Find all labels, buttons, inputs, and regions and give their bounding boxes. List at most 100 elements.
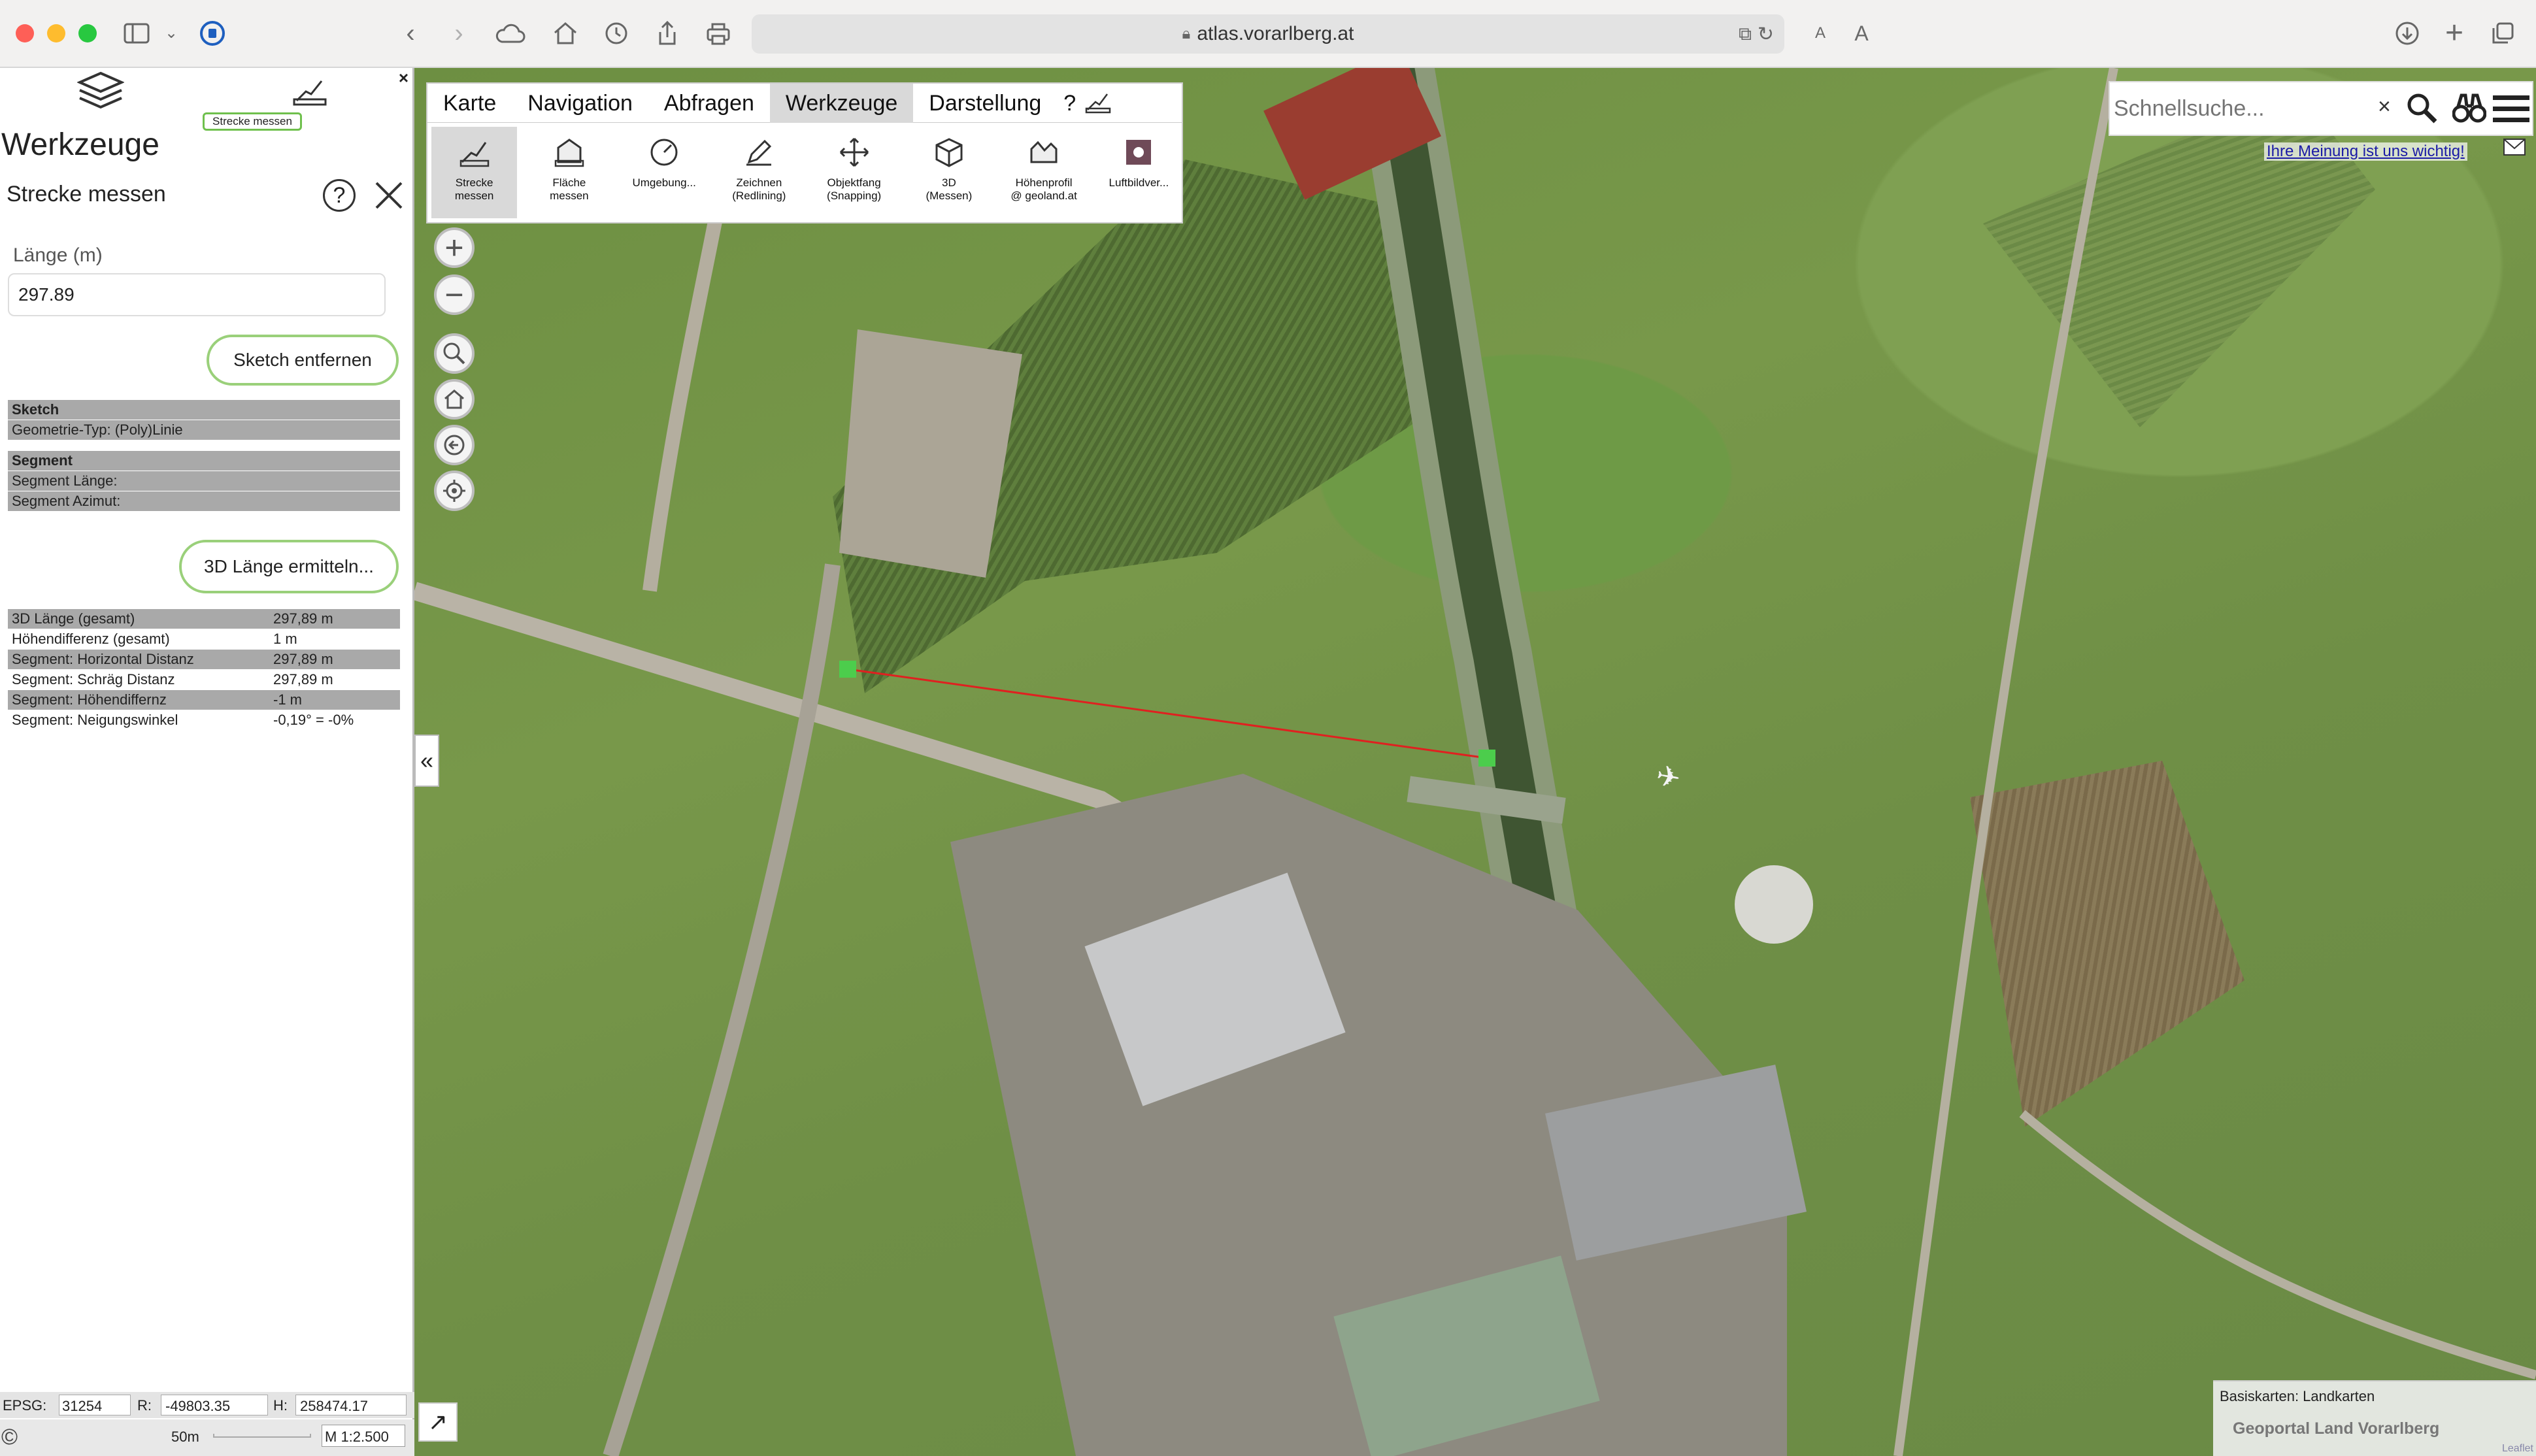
tool-elevation-profile[interactable]: Höhenprofil @ geoland.at — [1001, 127, 1087, 218]
sketch-table: Sketch Geometrie-Typ: (Poly)Linie — [8, 400, 400, 440]
coordinate-bar: EPSG: 31254 R: -49803.35 H: 258474.17 — [0, 1392, 414, 1418]
result-key: Höhendifferenz (gesamt) — [8, 629, 269, 650]
print-icon[interactable] — [702, 14, 735, 52]
scale-bar-area: © 50m M 1:2.500 — [0, 1419, 414, 1456]
new-tab-button[interactable]: + — [2438, 14, 2471, 52]
tool-distance[interactable]: Strecke messen — [431, 127, 518, 218]
profile-chart-icon — [1027, 136, 1060, 176]
translate-icon[interactable]: ⧉ — [1739, 24, 1752, 45]
basemap-name: Geoportal Land Vorarlberg — [2233, 1419, 2440, 1438]
zoom-window-button[interactable] — [78, 24, 97, 42]
tool-label: Höhenprofil — [1015, 176, 1073, 189]
search-input[interactable] — [2114, 89, 2375, 128]
h-label: H: — [273, 1397, 288, 1414]
tab-help[interactable]: ? — [1057, 84, 1082, 123]
map-view[interactable]: ✈ Karte Navigation Abfragen Werkzeuge Da… — [414, 68, 2536, 1456]
text-size-small-button[interactable]: A — [1810, 14, 1830, 52]
result-value: -0,19° = -0% — [269, 710, 400, 731]
browser-toolbar: ⌄ ‹ › 🔒︎ atlas.vorarlberg.at ⧉ ↻ A A + — [0, 0, 2536, 68]
close-icon[interactable] — [373, 179, 405, 215]
tool-snapping[interactable]: Objektfang (Snapping) — [811, 127, 897, 218]
map-toolbar: Karte Navigation Abfragen Werkzeuge Dars… — [426, 82, 1183, 223]
calc-3d-length-button[interactable]: 3D Länge ermitteln... — [179, 540, 399, 593]
fullscreen-arrow-icon[interactable]: ↗ — [418, 1402, 458, 1442]
zoom-in-button[interactable]: + — [434, 227, 475, 268]
measure-tool-badge[interactable]: Strecke messen — [203, 112, 302, 131]
forward-button[interactable]: › — [446, 14, 472, 52]
tool-surroundings[interactable]: Umgebung... — [622, 127, 707, 218]
sketch-remove-button[interactable]: Sketch entfernen — [207, 335, 399, 386]
tab-abfragen[interactable]: Abfragen — [648, 84, 770, 123]
result-value: 1 m — [269, 629, 400, 650]
toolbar-tabs: Karte Navigation Abfragen Werkzeuge Dars… — [427, 84, 1182, 123]
lock-icon: 🔒︎ — [1182, 25, 1191, 42]
address-bar[interactable]: 🔒︎ atlas.vorarlberg.at ⧉ ↻ — [752, 14, 1784, 54]
help-button[interactable]: ? — [323, 179, 356, 212]
search-clear-button[interactable]: × — [2378, 94, 2391, 120]
search-icon[interactable] — [2405, 91, 2439, 129]
measure-tool-icon[interactable] — [293, 74, 327, 109]
measure-shortcut-icon[interactable] — [1082, 84, 1114, 122]
tool-label: 3D — [942, 176, 956, 189]
tool-area[interactable]: Fläche messen — [526, 127, 612, 218]
tool-label: Zeichnen — [736, 176, 782, 189]
tab-werkzeuge[interactable]: Werkzeuge — [769, 84, 914, 123]
panel-close-button[interactable]: × — [399, 68, 409, 88]
area-icon — [553, 136, 586, 176]
tool-label-2: (Redlining) — [732, 190, 786, 202]
locate-icon[interactable] — [434, 471, 475, 511]
downloads-icon[interactable] — [2391, 14, 2424, 52]
r-label: R: — [137, 1397, 152, 1414]
result-key: Segment: Schräg Distanz — [8, 669, 269, 690]
tool-label-2: (Messen) — [926, 190, 973, 202]
tab-overview-icon[interactable] — [2486, 14, 2519, 52]
tool-label-2: (Snapping) — [827, 190, 882, 202]
close-window-button[interactable] — [16, 24, 34, 42]
scale-bar — [213, 1434, 311, 1438]
back-button[interactable]: ‹ — [397, 14, 424, 52]
h-value: 258474.17 — [295, 1395, 407, 1415]
move-icon — [838, 136, 871, 176]
result-key: 3D Länge (gesamt) — [8, 609, 269, 629]
copyright-icon[interactable]: © — [1, 1425, 18, 1450]
chevron-down-icon[interactable]: ⌄ — [163, 14, 179, 52]
segment-azimuth: Segment Azimut: — [8, 491, 400, 512]
home-extent-icon[interactable] — [434, 379, 475, 420]
collapse-panel-button[interactable]: « — [414, 735, 439, 787]
tool-3d-measure[interactable]: 3D (Messen) — [906, 127, 992, 218]
length-input[interactable] — [8, 273, 386, 316]
tab-karte[interactable]: Karte — [427, 84, 512, 123]
reload-icon[interactable]: ↻ — [1758, 23, 1774, 46]
layers-icon[interactable] — [76, 71, 125, 116]
zoom-out-button[interactable]: − — [434, 274, 475, 315]
minimize-window-button[interactable] — [47, 24, 65, 42]
tool-aerial-compare[interactable]: Luftbildver... — [1096, 127, 1182, 218]
home-icon[interactable] — [549, 14, 582, 52]
mail-icon[interactable] — [2503, 139, 2526, 159]
privacy-shield-icon[interactable] — [196, 14, 229, 52]
basemap-switcher[interactable]: Basiskarten: Landkarten Geoportal Land V… — [2213, 1380, 2536, 1456]
binoculars-icon[interactable] — [2452, 93, 2487, 127]
tool-redlining[interactable]: Zeichnen (Redlining) — [716, 127, 802, 218]
hamburger-menu-icon[interactable] — [2493, 93, 2529, 129]
zoom-box-icon[interactable] — [434, 333, 475, 374]
cloud-icon[interactable] — [494, 14, 527, 52]
tab-navigation[interactable]: Navigation — [512, 84, 648, 123]
pen-icon — [742, 136, 775, 176]
result-value: -1 m — [269, 689, 400, 710]
cube-icon — [933, 136, 965, 176]
result-key: Segment: Horizontal Distanz — [8, 649, 269, 670]
scale-value[interactable]: M 1:2.500 — [322, 1425, 405, 1447]
scale-bar-label: 50m — [171, 1429, 199, 1445]
leaflet-attribution[interactable]: Leaflet — [2502, 1443, 2533, 1455]
epsg-label: EPSG: — [3, 1397, 47, 1414]
geometry-type: Geometrie-Typ: (Poly)Linie — [8, 420, 400, 440]
previous-extent-icon[interactable] — [434, 425, 475, 465]
share-icon[interactable] — [651, 14, 684, 52]
feedback-link[interactable]: Ihre Meinung ist uns wichtig! — [2264, 142, 2467, 161]
tool-label: Objektfang — [827, 176, 881, 189]
tab-darstellung[interactable]: Darstellung — [913, 84, 1057, 123]
history-icon[interactable] — [600, 14, 633, 52]
sidebar-icon[interactable] — [122, 14, 152, 52]
text-size-large-button[interactable]: A — [1850, 14, 1873, 52]
